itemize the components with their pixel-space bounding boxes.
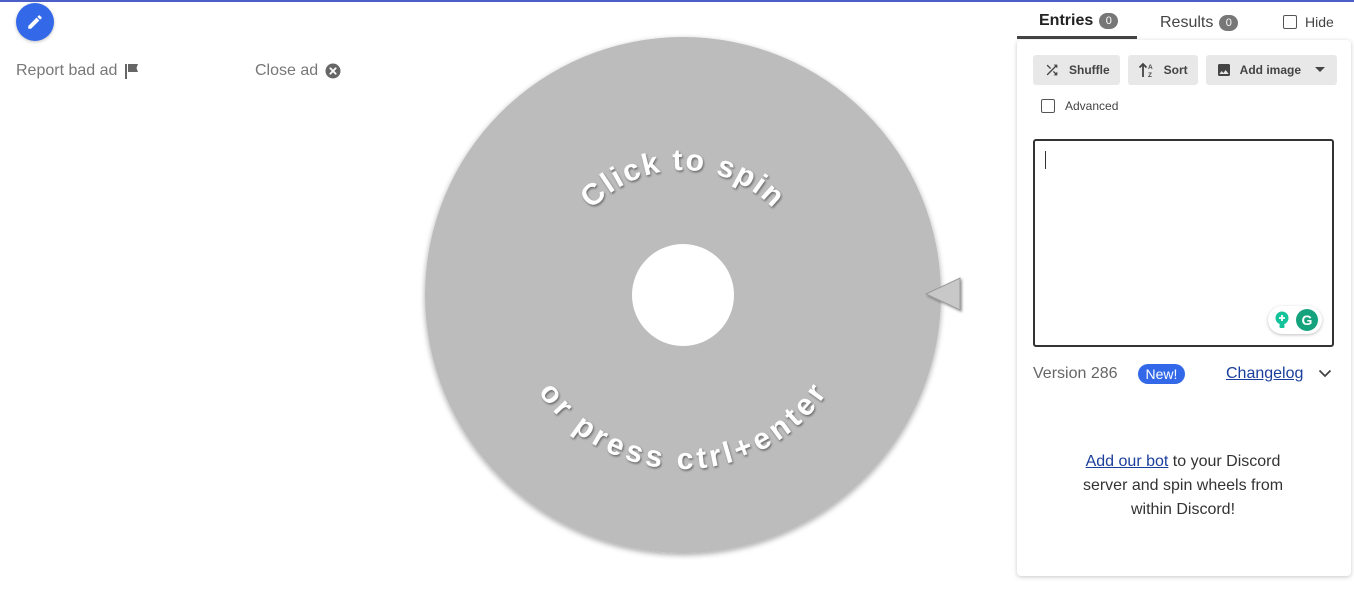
chevron-down-icon[interactable]	[1317, 365, 1333, 381]
hide-checkbox-box[interactable]	[1283, 15, 1297, 29]
tab-entries-label: Entries	[1039, 12, 1094, 29]
tab-results-label: Results	[1160, 13, 1214, 31]
version-row: Version 286 New! Changelog	[1033, 362, 1335, 386]
svg-text:G: G	[1302, 312, 1313, 328]
advanced-checkbox[interactable]: Advanced	[1041, 99, 1118, 113]
add-bot-link[interactable]: Add our bot	[1086, 453, 1169, 470]
image-icon	[1217, 64, 1230, 76]
shuffle-button[interactable]: Shuffle	[1033, 55, 1120, 85]
entries-textarea[interactable]: G	[1033, 139, 1334, 347]
hide-panel-checkbox[interactable]: Hide	[1283, 14, 1334, 30]
grammarly-g-icon[interactable]: G	[1295, 308, 1319, 332]
report-bad-ad-link[interactable]: Report bad ad	[16, 62, 140, 80]
close-circle-icon	[325, 63, 341, 79]
bulb-icon[interactable]	[1271, 309, 1293, 331]
flag-icon	[125, 63, 139, 79]
tab-entries[interactable]: Entries 0	[1017, 6, 1137, 39]
sort-icon: A Z	[1138, 62, 1153, 78]
advanced-label: Advanced	[1065, 99, 1119, 113]
close-ad-label: Close ad	[255, 62, 319, 79]
add-image-label: Add image	[1239, 63, 1302, 77]
svg-text:A: A	[1148, 64, 1153, 71]
entries-toolbar: Shuffle A Z Sort Add image	[1033, 55, 1338, 85]
entries-panel: Shuffle A Z Sort Add image Advanced G Ve…	[1017, 40, 1351, 576]
sort-button[interactable]: A Z Sort	[1127, 55, 1198, 85]
spin-wheel[interactable]: Click to spin or press ctrl+enter	[420, 32, 950, 560]
grammarly-widget[interactable]: G	[1268, 306, 1322, 334]
version-text: Version 286	[1033, 365, 1118, 382]
report-ad-label: Report bad ad	[16, 62, 118, 79]
caret-down-icon	[1315, 67, 1326, 72]
svg-text:Z: Z	[1148, 72, 1152, 78]
wheel-pointer-icon	[924, 277, 961, 311]
sort-label: Sort	[1163, 63, 1188, 77]
wheel-hub	[632, 244, 734, 346]
results-count-badge: 0	[1219, 14, 1239, 31]
panel-tabs: Entries 0 Results 0 Hide	[1017, 6, 1351, 39]
edit-wheel-button[interactable]	[16, 3, 54, 41]
advanced-checkbox-box[interactable]	[1041, 99, 1055, 113]
add-image-button[interactable]: Add image	[1205, 55, 1338, 85]
pencil-icon	[28, 15, 42, 29]
discord-promo: Add our bot to your Discord server and s…	[1067, 450, 1299, 522]
top-accent-line	[0, 0, 1354, 2]
tab-results[interactable]: Results 0	[1160, 6, 1239, 39]
shuffle-label: Shuffle	[1069, 63, 1110, 77]
changelog-link[interactable]: Changelog	[1226, 365, 1303, 383]
text-caret	[1045, 151, 1046, 169]
hide-label: Hide	[1305, 14, 1334, 30]
new-badge: New!	[1137, 364, 1186, 384]
close-ad-link[interactable]: Close ad	[255, 62, 341, 80]
entries-count-badge: 0	[1099, 13, 1119, 29]
shuffle-icon	[1046, 64, 1058, 76]
